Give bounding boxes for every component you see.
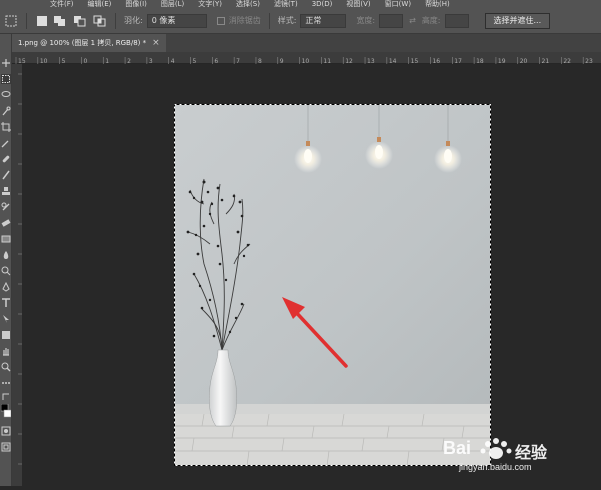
width-label: 宽度: xyxy=(356,16,376,25)
hand-tool-icon[interactable] xyxy=(1,346,11,356)
horizontal-ruler: 15 10 5 0 1 2 3 4 5 6 7 8 9 10 11 12 13 14 15 16 17 18 19 20 21 2… xyxy=(12,52,601,67)
width-input[interactable] xyxy=(379,13,404,28)
menu-select[interactable]: 选择(S) xyxy=(236,0,260,8)
move-tool-icon[interactable] xyxy=(1,58,11,68)
menu-layer[interactable]: 图层(L) xyxy=(161,0,184,8)
zoom-tool-icon[interactable] xyxy=(1,362,11,372)
height-input[interactable] xyxy=(444,13,469,28)
separator xyxy=(115,12,116,29)
subtract-from-selection-icon[interactable] xyxy=(73,15,87,27)
close-tab-icon[interactable]: × xyxy=(152,34,160,52)
dodge-tool-icon[interactable] xyxy=(1,266,11,276)
healing-brush-tool-icon[interactable] xyxy=(1,154,11,164)
menu-edit[interactable]: 编辑(E) xyxy=(88,0,112,8)
height-label: 高度: xyxy=(421,16,441,25)
crop-tool-icon[interactable] xyxy=(1,122,11,132)
menu-help[interactable]: 帮助(H) xyxy=(425,0,450,8)
clone-stamp-tool-icon[interactable] xyxy=(1,186,11,196)
eyedropper-tool-icon[interactable] xyxy=(1,138,11,148)
style-label: 样式: xyxy=(277,16,297,25)
marquee-tool-icon[interactable] xyxy=(1,74,11,84)
canvas-area[interactable]: Bai 经验 jingyan.baidu.com xyxy=(22,64,601,486)
add-to-selection-icon[interactable] xyxy=(53,15,67,27)
brush-tool-icon[interactable] xyxy=(1,170,11,180)
style-select[interactable]: 正常 xyxy=(300,13,347,28)
color-swatches-icon[interactable] xyxy=(1,404,11,420)
history-brush-tool-icon[interactable] xyxy=(1,202,11,212)
tools-panel xyxy=(0,34,12,486)
separator xyxy=(268,12,270,29)
feather-input[interactable]: 0 像素 xyxy=(146,13,207,28)
baidu-jingyan-watermark: Bai 经验 jingyan.baidu.com xyxy=(431,434,571,478)
shape-tool-icon[interactable] xyxy=(1,330,11,340)
menu-view[interactable]: 视图(V) xyxy=(346,0,370,8)
swap-colors-icon[interactable] xyxy=(1,392,11,402)
document-image[interactable] xyxy=(174,104,491,466)
document-tab-bar: 1.png @ 100% (图层 1 拷贝, RGB/8) * × xyxy=(12,34,601,52)
menu-bar: 文件(F) 编辑(E) 图像(I) 图层(L) 文字(Y) 选择(S) 滤镜(T… xyxy=(0,0,601,8)
menu-filter[interactable]: 滤镜(T) xyxy=(274,0,298,8)
pen-tool-icon[interactable] xyxy=(1,282,11,292)
options-bar: 羽化: 0 像素 消除锯齿 样式: 正常 宽度: ⇄ 高度: 选择并遮住... xyxy=(0,8,601,34)
watermark-brand: Bai xyxy=(443,438,472,458)
document-tab[interactable]: 1.png @ 100% (图层 1 拷贝, RGB/8) * × xyxy=(12,34,166,52)
watermark-url: jingyan.baidu.com xyxy=(459,462,532,472)
marquee-tool-icon[interactable] xyxy=(4,14,18,28)
quick-select-tool-icon[interactable] xyxy=(1,106,11,116)
separator xyxy=(26,12,27,29)
eraser-tool-icon[interactable] xyxy=(1,218,11,228)
feather-label: 羽化: xyxy=(124,16,143,25)
more-tools-icon[interactable] xyxy=(1,378,11,388)
document-title: 1.png @ 100% (图层 1 拷贝, RGB/8) * xyxy=(18,39,147,47)
blur-tool-icon[interactable] xyxy=(1,250,11,260)
path-selection-tool-icon[interactable] xyxy=(1,314,11,324)
antialias-label: 消除锯齿 xyxy=(228,16,261,25)
menu-window[interactable]: 窗口(W) xyxy=(385,0,411,8)
new-selection-icon[interactable] xyxy=(37,15,47,26)
vertical-ruler xyxy=(12,64,22,486)
quick-mask-icon[interactable] xyxy=(1,426,11,436)
antialias-checkbox[interactable] xyxy=(216,16,225,25)
menu-type[interactable]: 文字(Y) xyxy=(198,0,222,8)
vertical-ruler-ticks xyxy=(18,73,22,465)
select-and-mask-button[interactable]: 选择并遮住... xyxy=(484,12,551,29)
menu-file[interactable]: 文件(F) xyxy=(50,0,74,8)
screen-mode-icon[interactable] xyxy=(1,442,11,452)
watermark-brand-cn: 经验 xyxy=(515,443,548,462)
lasso-tool-icon[interactable] xyxy=(1,90,11,100)
swap-dimensions-icon[interactable]: ⇄ xyxy=(409,16,416,25)
gradient-tool-icon[interactable] xyxy=(1,234,11,244)
intersect-selection-icon[interactable] xyxy=(93,15,107,27)
type-tool-icon[interactable] xyxy=(1,298,11,308)
menu-image[interactable]: 图像(I) xyxy=(125,0,147,8)
menu-3d[interactable]: 3D(D) xyxy=(312,0,333,8)
